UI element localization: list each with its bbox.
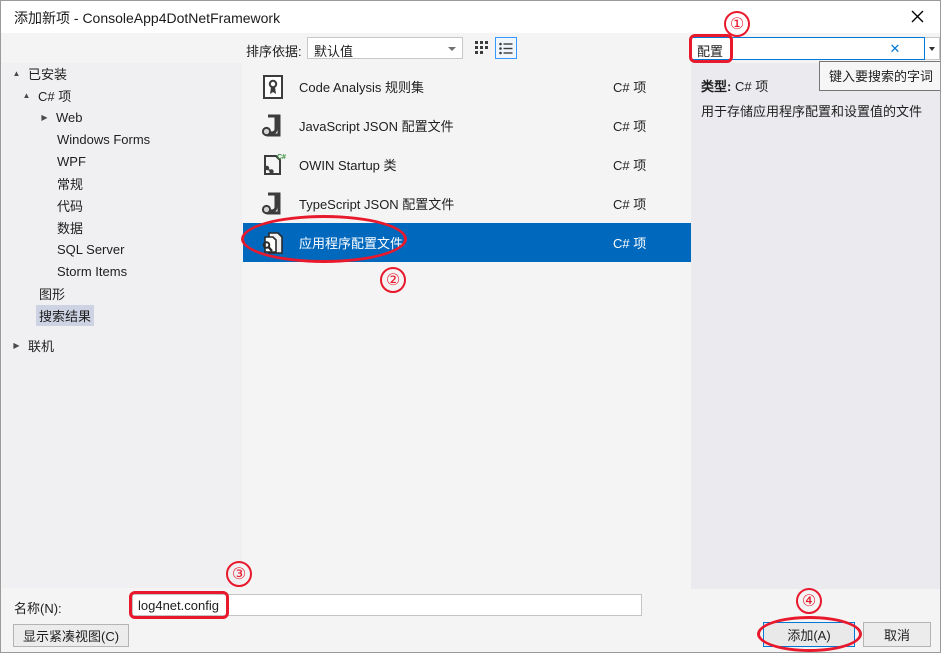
sidebar-item-label: 搜索结果 (36, 305, 95, 326)
list-item[interactable]: TypeScript JSON 配置文件 C# 项 (243, 184, 691, 223)
sidebar-item-label: Storm Items (57, 264, 128, 279)
list-item[interactable]: C# OWIN Startup 类 C# 项 (243, 145, 691, 184)
sidebar-item-installed[interactable]: ▲ 已安装 (10, 63, 70, 84)
cancel-button[interactable]: 取消 (863, 622, 931, 647)
list-item-name: TypeScript JSON 配置文件 (299, 197, 455, 212)
name-input[interactable]: log4net.config (132, 594, 642, 616)
list-item-name: Code Analysis 规则集 (299, 80, 424, 95)
sidebar-item-data[interactable]: 数据 (54, 217, 86, 238)
sidebar-item-online[interactable]: ▶ 联机 (10, 335, 57, 356)
search-value: 配置 (697, 44, 724, 59)
search-history-dropdown[interactable] (925, 37, 940, 60)
list-item-selected[interactable]: 应用程序配置文件 C# 项 (243, 223, 691, 262)
sort-by-value: 默认值 (314, 44, 354, 59)
sidebar-item-label: Web (56, 110, 83, 125)
chevron-down-icon (929, 46, 935, 51)
list-item[interactable]: JavaScript JSON 配置文件 C# 项 (243, 106, 691, 145)
sort-by-label: 排序依据: (246, 44, 302, 59)
item-type-value: C# 项 (734, 79, 769, 94)
sidebar-item-sql-server[interactable]: SQL Server (54, 239, 127, 260)
list-item-name: 应用程序配置文件 (299, 236, 404, 251)
sidebar-item-label: WPF (57, 154, 86, 169)
sort-by-dropdown[interactable]: 默认值 (307, 37, 463, 59)
list-item[interactable]: Code Analysis 规则集 C# 项 (243, 67, 691, 106)
name-value: log4net.config (138, 598, 219, 613)
sidebar-item-label: 图形 (39, 287, 66, 302)
chevron-right-icon: ▶ (41, 113, 48, 122)
ruleset-icon (257, 71, 289, 103)
category-tree: ▲ 已安装 ▲ C# 项 ▶ Web Windows Forms WPF 常规 … (2, 63, 242, 588)
chevron-down-icon (448, 47, 456, 51)
item-type-row: 类型: C# 项 (701, 76, 768, 95)
list-item-type: C# 项 (613, 158, 647, 173)
sidebar-item-web[interactable]: ▶ Web (38, 107, 86, 128)
sidebar-item-windows-forms[interactable]: Windows Forms (54, 129, 153, 150)
item-description: 用于存储应用程序配置和设置值的文件 (701, 104, 923, 119)
add-new-item-dialog: 添加新项 - ConsoleApp4DotNetFramework 排序依据: … (0, 0, 941, 653)
grid-view-icon[interactable] (471, 37, 493, 59)
list-view-icon[interactable] (495, 37, 517, 59)
sidebar-item-label: 联机 (28, 339, 55, 354)
app-config-icon (257, 227, 289, 259)
sidebar-item-label: 已安装 (28, 67, 68, 82)
sidebar-item-general[interactable]: 常规 (54, 173, 86, 194)
list-item-type: C# 项 (613, 119, 647, 134)
sidebar-item-storm-items[interactable]: Storm Items (54, 261, 130, 282)
sidebar-item-graphics[interactable]: 图形 (36, 283, 68, 304)
page-title: 添加新项 - ConsoleApp4DotNetFramework (14, 10, 281, 26)
item-type-label: 类型: (701, 79, 732, 94)
json-file-icon (257, 110, 289, 142)
list-item-type: C# 项 (613, 236, 647, 251)
search-input[interactable]: 配置 ✕ (691, 37, 925, 60)
svg-text:C#: C# (277, 154, 286, 161)
list-item-name: JavaScript JSON 配置文件 (299, 119, 454, 134)
list-item-name: OWIN Startup 类 (299, 158, 397, 173)
json-file-icon (257, 188, 289, 220)
title-bar: 添加新项 - ConsoleApp4DotNetFramework (1, 1, 940, 33)
add-button[interactable]: 添加(A) (763, 622, 855, 647)
sidebar-item-label: 数据 (57, 221, 84, 236)
sidebar-item-wpf[interactable]: WPF (54, 151, 89, 172)
name-label: 名称(N): (14, 601, 62, 616)
chevron-down-icon: ▲ (12, 69, 21, 78)
owin-class-icon: C# (257, 149, 289, 181)
list-item-type: C# 项 (613, 197, 647, 212)
sidebar-item-label: 常规 (57, 177, 84, 192)
clear-search-icon[interactable]: ✕ (888, 41, 902, 56)
sidebar-item-csharp[interactable]: ▲ C# 项 (20, 85, 74, 106)
sidebar-item-label: SQL Server (57, 242, 125, 257)
chevron-right-icon: ▶ (13, 341, 20, 350)
sidebar-item-label: 代码 (57, 199, 84, 214)
show-compact-view-button[interactable]: 显示紧凑视图(C) (13, 624, 130, 647)
sidebar-item-label: Windows Forms (57, 132, 151, 147)
template-list: Code Analysis 规则集 C# 项 JavaScript JSON 配… (243, 63, 691, 589)
sidebar-item-label: C# 项 (38, 89, 72, 104)
sidebar-item-search-results[interactable]: 搜索结果 (36, 305, 95, 326)
sidebar-item-code[interactable]: 代码 (54, 195, 86, 216)
close-icon[interactable] (894, 1, 940, 32)
chevron-down-icon: ▲ (22, 91, 31, 100)
list-item-type: C# 项 (613, 80, 647, 95)
item-details-panel: 类型: C# 项 用于存储应用程序配置和设置值的文件 (691, 63, 940, 589)
search-tooltip: 键入要搜索的字词 (819, 61, 940, 91)
